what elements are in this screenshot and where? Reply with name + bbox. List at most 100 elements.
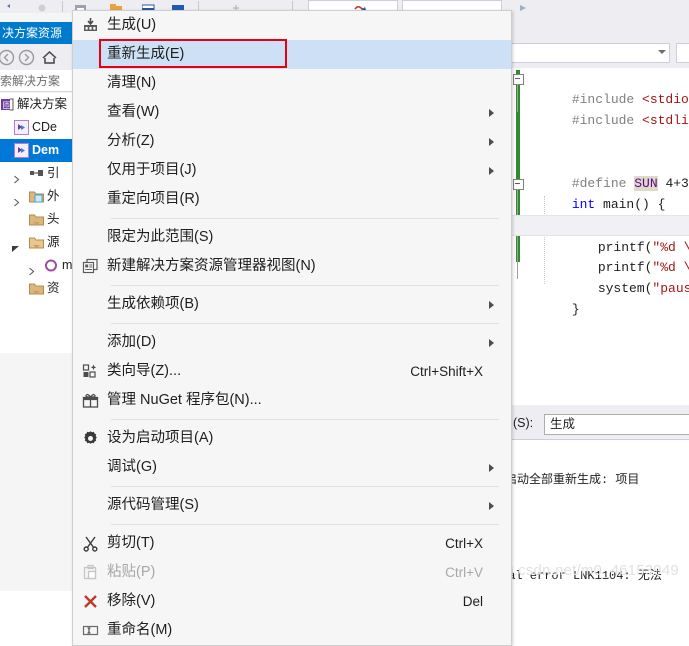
tree-row-references[interactable]: 引 [0, 162, 76, 185]
solution-explorer-panel: 决方案资源 索解决方案 匝 解决方案 CDe Dem 引 外 头 源 m 资 [0, 13, 77, 591]
tree-label: m [62, 258, 73, 272]
outline-collapse-icon[interactable] [513, 74, 524, 85]
forward-arrow-icon[interactable] [18, 49, 35, 66]
redo-icon[interactable] [36, 2, 49, 12]
menu-item-gutter [73, 558, 107, 587]
menu-item-gutter [73, 424, 107, 453]
solution-explorer-title: 决方案资源 [0, 22, 76, 44]
tree-row-header-files[interactable]: 头 [0, 208, 76, 231]
code-line: system("paus [525, 257, 689, 296]
menu-item-build-dependencies[interactable]: 生成依赖项(B) [73, 290, 511, 319]
menu-item-source-control[interactable]: 源代码管理(S) [73, 491, 511, 520]
chevron-down-icon[interactable] [11, 238, 20, 252]
paste-icon [82, 564, 99, 581]
menu-item-gutter [73, 223, 107, 252]
chevron-right-icon[interactable] [12, 169, 21, 184]
folder-open-icon [29, 235, 44, 250]
menu-item-rebuild[interactable]: 重新生成(E) [73, 39, 511, 69]
menu-item-gutter [73, 127, 107, 156]
menu-separator [111, 285, 499, 286]
editor-navigation-bar [360, 39, 689, 69]
tree-row-source-file[interactable]: m [0, 254, 76, 277]
submenu-arrow-icon [489, 464, 494, 472]
back-arrow-icon[interactable] [0, 49, 15, 66]
menu-item-gutter [73, 616, 107, 645]
gear-icon [82, 430, 99, 447]
menu-item-set-as-startup-project[interactable]: 设为启动项目(A) [73, 424, 511, 453]
output-toolbar: (S): 生成 [511, 411, 689, 440]
menu-item-new-solution-explorer-view[interactable]: 新建解决方案资源管理器视图(N) [73, 252, 511, 281]
menu-item-debug[interactable]: 调试(G) [73, 453, 511, 482]
tree-row-project-cde[interactable]: CDe [0, 116, 76, 139]
home-icon[interactable] [41, 49, 58, 66]
menu-item-rename[interactable]: 重命名(M) [73, 616, 511, 645]
folder-icon [29, 281, 44, 296]
menu-item-label: 仅用于项目(J) [107, 162, 197, 178]
submenu-arrow-icon [489, 301, 494, 309]
code-token: "paus [652, 281, 689, 296]
tree-label: 源 [47, 235, 60, 249]
menu-item-manage-nuget-packages[interactable]: 管理 NuGet 程序包(N)... [73, 386, 511, 415]
code-line: int main() { [525, 173, 666, 212]
start-debug-icon[interactable] [516, 2, 529, 12]
code-editor[interactable]: #include <stdio. #include <stdlib #defin… [510, 68, 689, 405]
menu-item-label: 限定为此范围(S) [107, 229, 214, 245]
chevron-right-icon[interactable] [12, 192, 21, 207]
solution-icon: 匝 [0, 97, 15, 112]
tree-row-solution[interactable]: 匝 解决方案 [0, 93, 76, 116]
menu-item-gutter [73, 587, 107, 616]
menu-item-add[interactable]: 添加(D) [73, 328, 511, 357]
menu-item-shortcut: Ctrl+X [445, 536, 483, 551]
tree-row-resource-files[interactable]: 资 [0, 277, 76, 300]
rename-icon [82, 622, 99, 639]
menu-item-gutter [73, 290, 107, 319]
output-line: tal error LNK1104: 无法 [510, 569, 662, 583]
output-source-label: (S): [513, 416, 534, 430]
menu-item-analyze[interactable]: 分析(Z) [73, 127, 511, 156]
menu-item-scope-to-this[interactable]: 限定为此范围(S) [73, 223, 511, 252]
menu-item-project-only[interactable]: 仅用于项目(J) [73, 156, 511, 185]
chevron-down-icon[interactable] [658, 50, 666, 54]
menu-item-label: 重定向项目(R) [107, 191, 200, 207]
menu-item-remove[interactable]: 移除(V) Del [73, 587, 511, 616]
svg-text:匝: 匝 [3, 101, 11, 110]
solution-explorer-search-input[interactable]: 索解决方案 [0, 70, 76, 92]
nuget-icon [82, 392, 99, 409]
output-source-select[interactable]: 生成 [544, 414, 689, 435]
menu-item-class-wizard[interactable]: 类向导(Z)... Ctrl+Shift+X [73, 357, 511, 386]
member-dropdown-2[interactable] [676, 43, 689, 63]
menu-item-gutter [73, 386, 107, 415]
menu-item-label: 调试(G) [107, 459, 157, 475]
outline-vertical-line [517, 84, 518, 112]
folder-icon [29, 212, 44, 227]
menu-item-label: 管理 NuGet 程序包(N)... [107, 392, 262, 408]
tree-label: 引 [47, 166, 60, 180]
cpp-project-icon [14, 143, 29, 158]
menu-separator [111, 218, 499, 219]
tree-label: 资 [47, 281, 60, 295]
menu-item-gutter [73, 453, 107, 482]
outline-collapse-icon-2[interactable] [513, 179, 524, 190]
solution-explorer-toolbar [0, 44, 76, 71]
undo-icon[interactable] [4, 2, 17, 12]
menu-item-paste[interactable]: 粘贴(P) Ctrl+V [73, 558, 511, 587]
menu-item-view[interactable]: 查看(W) [73, 98, 511, 127]
menu-item-shortcut: Ctrl+V [445, 565, 483, 580]
code-line: #define SUN 4+3 [525, 152, 689, 191]
menu-item-gutter [73, 40, 107, 69]
menu-item-build[interactable]: 生成(U) [73, 11, 511, 40]
code-line: int i = SUN [525, 194, 684, 233]
solution-explorer-tree: 匝 解决方案 CDe Dem 引 外 头 源 m 资 [0, 93, 76, 353]
menu-item-cut[interactable]: 剪切(T) Ctrl+X [73, 529, 511, 558]
tree-row-external-dependencies[interactable]: 外 [0, 185, 76, 208]
output-pane: (S): 生成 启动全部重新生成: 项目 tal error LNK1104: … [510, 411, 689, 591]
menu-item-label: 分析(Z) [107, 133, 155, 149]
chevron-right-icon[interactable] [27, 261, 36, 276]
menu-item-gutter [73, 328, 107, 357]
tree-row-project-demo[interactable]: Dem [0, 139, 76, 162]
submenu-arrow-icon [489, 109, 494, 117]
tree-row-source-files[interactable]: 源 [0, 231, 76, 254]
menu-item-clean[interactable]: 清理(N) [73, 69, 511, 98]
code-line-current: printf("%d \ [511, 215, 689, 255]
menu-item-retarget-projects[interactable]: 重定向项目(R) [73, 185, 511, 214]
